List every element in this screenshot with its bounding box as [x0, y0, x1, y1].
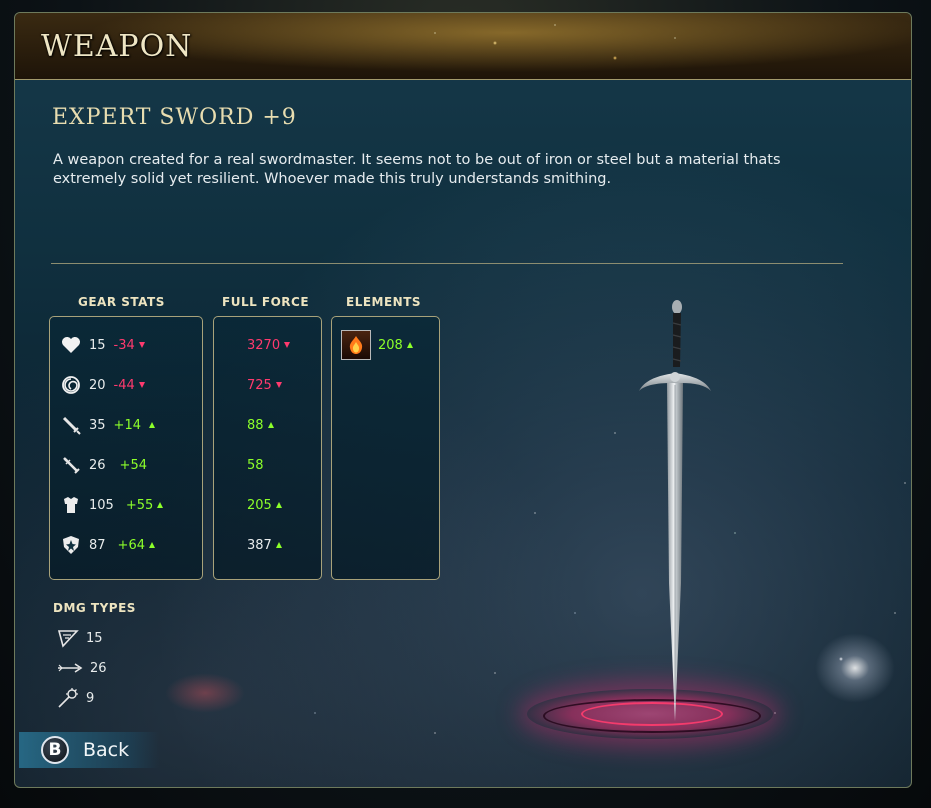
stat-change-value: +14: [113, 417, 141, 433]
stat-base-value: 20: [89, 377, 106, 393]
weapon-panel: WEAPON EXPERT SWORD +9 A weapon created …: [14, 12, 912, 788]
fire-element-icon: [341, 330, 371, 360]
gear-stats-box: 15 -34 20 -44 35 +14 26 +54 105 +55 87 +…: [49, 316, 203, 580]
increase-arrow-icon: [148, 542, 155, 548]
crossed-swords-icon: [60, 454, 82, 476]
pierce-damage-icon: [57, 657, 83, 679]
stat-change-value: +54: [119, 457, 147, 473]
back-label: Back: [83, 739, 130, 761]
stat-change-value: -34: [113, 337, 135, 353]
decrease-arrow-icon: [284, 342, 291, 348]
full-force-row[interactable]: 205: [247, 494, 282, 516]
stat-change-value: -44: [113, 377, 135, 393]
full-force-value: 205: [247, 497, 272, 513]
heart-icon: [60, 334, 82, 356]
spiral-icon: [60, 374, 82, 396]
stat-base-value: 15: [89, 337, 106, 353]
increase-arrow-icon: [267, 422, 274, 428]
b-button-icon: B: [41, 736, 69, 764]
elements-box: 208: [331, 316, 440, 580]
dmg-type-row[interactable]: 9: [57, 687, 94, 709]
element-value: 208: [378, 337, 403, 353]
gear-stat-row[interactable]: 20 -44: [60, 374, 145, 396]
gear-stat-row[interactable]: 105 +55: [60, 494, 164, 516]
dmg-type-value: 15: [86, 630, 103, 646]
galaxy-decoration: [815, 633, 895, 703]
dmg-type-value: 26: [90, 660, 107, 676]
increase-arrow-icon: [406, 342, 413, 348]
full-force-box: 3270 725 88 58 205 387: [213, 316, 322, 580]
back-button[interactable]: B Back: [19, 732, 159, 768]
gear-stat-row[interactable]: 35 +14: [60, 414, 155, 436]
dmg-type-value: 9: [86, 690, 95, 706]
increase-arrow-icon: [275, 502, 282, 508]
panel-title: WEAPON: [41, 29, 193, 64]
full-force-value: 3270: [247, 337, 281, 353]
increase-arrow-icon: [148, 422, 155, 428]
gear-stat-row[interactable]: 15 -34: [60, 334, 145, 356]
full-force-row[interactable]: 387: [247, 534, 282, 556]
nebula-decoration: [165, 673, 245, 713]
shield-icon: [60, 534, 82, 556]
gear-stat-row[interactable]: 26 +54: [60, 454, 147, 476]
increase-arrow-icon: [157, 502, 164, 508]
elements-heading: ELEMENTS: [346, 295, 422, 309]
element-row[interactable]: 208: [341, 330, 413, 360]
increase-arrow-icon: [275, 542, 282, 548]
decrease-arrow-icon: [275, 382, 282, 388]
item-name: EXPERT SWORD +9: [52, 105, 297, 130]
dmg-types-heading: DMG TYPES: [53, 601, 136, 615]
panel-header: WEAPON: [15, 13, 911, 80]
full-force-value: 88: [247, 417, 264, 433]
item-description: A weapon created for a real swordmaster.…: [53, 152, 781, 187]
full-force-heading: FULL FORCE: [222, 295, 310, 309]
stat-change-value: +64: [117, 537, 145, 553]
stat-base-value: 26: [89, 457, 106, 473]
stat-base-value: 35: [89, 417, 106, 433]
dmg-type-row[interactable]: 15: [57, 627, 103, 649]
sword-model-image: [639, 300, 711, 721]
armor-icon: [60, 494, 82, 516]
full-force-row[interactable]: 88: [247, 414, 274, 436]
gear-stats-heading: GEAR STATS: [78, 295, 165, 309]
gear-stat-row[interactable]: 87 +64: [60, 534, 155, 556]
decrease-arrow-icon: [138, 382, 145, 388]
full-force-row[interactable]: 3270: [247, 334, 291, 356]
stat-change-value: +55: [125, 497, 154, 513]
full-force-value: 387: [247, 537, 272, 553]
section-divider: [51, 263, 843, 264]
full-force-row[interactable]: 58: [247, 454, 264, 476]
decrease-arrow-icon: [138, 342, 145, 348]
sword-icon: [60, 414, 82, 436]
full-force-value: 725: [247, 377, 272, 393]
full-force-row[interactable]: 725: [247, 374, 282, 396]
stat-base-value: 87: [89, 537, 106, 553]
blunt-damage-icon: [57, 687, 79, 709]
slash-damage-icon: [57, 627, 79, 649]
dmg-type-row[interactable]: 26: [57, 657, 107, 679]
stat-base-value: 105: [89, 497, 114, 513]
full-force-value: 58: [247, 457, 264, 473]
